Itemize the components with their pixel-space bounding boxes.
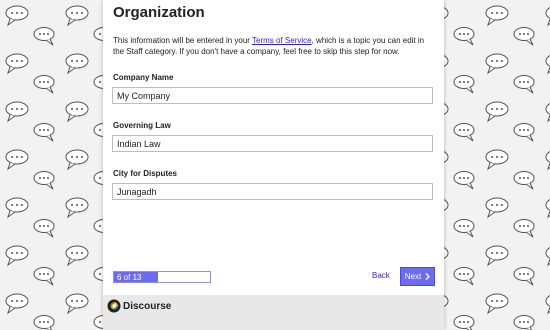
chevron-right-icon [425, 273, 431, 280]
city-for-disputes-input[interactable] [112, 183, 433, 200]
discourse-logo: Discourse [107, 299, 171, 313]
company-name-input[interactable] [112, 87, 433, 104]
step-progress-text: 6 of 13 [117, 273, 142, 282]
back-button[interactable]: Back [372, 271, 390, 280]
wizard-card: Organization This information will be en… [103, 0, 444, 330]
company-name-label: Company Name [113, 73, 174, 82]
governing-law-input[interactable] [112, 135, 433, 152]
city-for-disputes-label: City for Disputes [113, 169, 178, 178]
next-button-label: Next [404, 272, 422, 281]
step-progress-bar: 6 of 13 [113, 271, 211, 283]
terms-of-service-link[interactable]: Terms of Service [252, 36, 312, 45]
next-button[interactable]: Next [400, 267, 435, 286]
governing-law-label: Governing Law [113, 121, 171, 130]
page-title: Organization [113, 4, 205, 21]
intro-text-start: This information will be entered in your [113, 36, 253, 45]
discourse-logo-icon [107, 299, 121, 313]
footer: Discourse [103, 295, 444, 330]
intro-text: This information will be entered in your… [113, 35, 435, 57]
logo-wordmark: Discourse [123, 300, 172, 312]
